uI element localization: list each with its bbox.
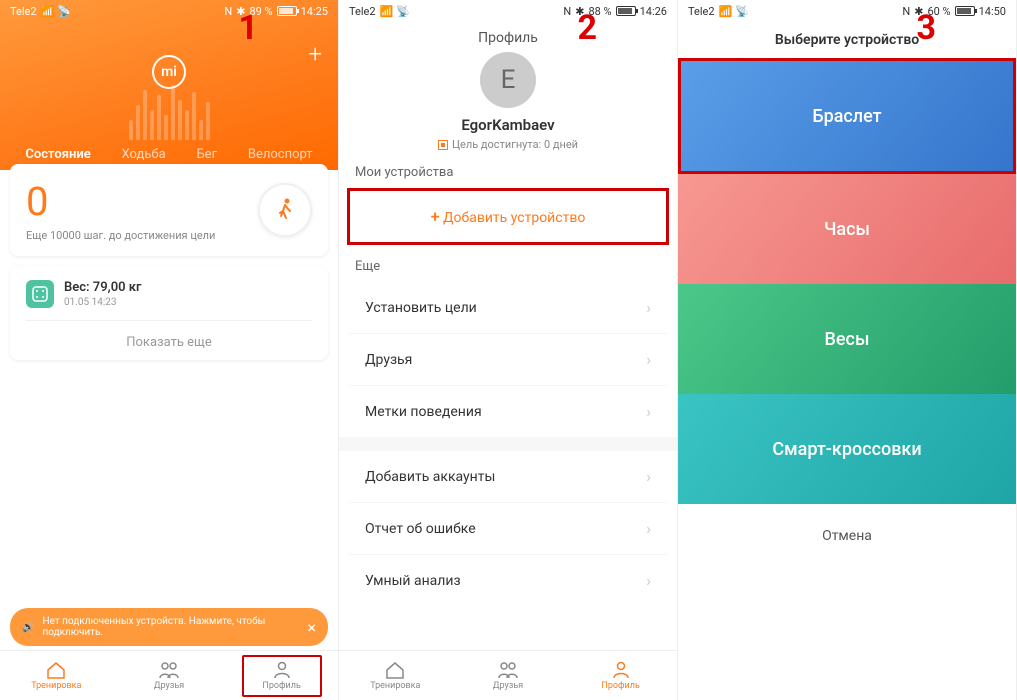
snackbar[interactable]: 🔊 Нет подключенных устройств. Нажмите, ч… bbox=[10, 608, 328, 646]
step-number-1: 1 bbox=[238, 8, 258, 48]
list-more: Установить цели› Друзья› Метки поведения… bbox=[349, 282, 667, 437]
weight-value: Вес: 79,00 кг bbox=[64, 280, 142, 295]
steps-count: 0 bbox=[26, 178, 215, 225]
chevron-right-icon: › bbox=[646, 402, 651, 421]
chevron-right-icon: › bbox=[646, 467, 651, 486]
steps-subtext: Еще 10000 шаг. до достижения цели bbox=[26, 229, 215, 242]
chevron-right-icon: › bbox=[646, 519, 651, 538]
scale-icon bbox=[26, 280, 54, 308]
bottom-nav: Тренировка Друзья Профиль bbox=[0, 650, 338, 700]
wifi-icon: 📡 bbox=[57, 5, 71, 18]
item-smart-analysis[interactable]: Умный анализ› bbox=[349, 555, 667, 606]
item-behavior[interactable]: Метки поведения› bbox=[349, 386, 667, 437]
tab-bike[interactable]: Велоспорт bbox=[248, 147, 313, 162]
carrier: Tele2 bbox=[688, 5, 715, 18]
steps-card[interactable]: 0 Еще 10000 шаг. до достижения цели bbox=[10, 164, 328, 256]
avatar[interactable]: E bbox=[480, 52, 536, 108]
bottom-nav: Тренировка Друзья Профиль bbox=[339, 650, 677, 700]
nav-training[interactable]: Тренировка bbox=[355, 657, 435, 695]
weight-date: 01.05 14:23 bbox=[64, 297, 142, 308]
nav-profile[interactable]: Профиль bbox=[242, 655, 322, 697]
section-my-devices: Мои устройства bbox=[339, 151, 677, 188]
top-tabs: Состояние Ходьба Бег Велоспорт bbox=[0, 147, 338, 162]
battery-icon bbox=[616, 6, 636, 16]
signal-icon: 📶 bbox=[41, 5, 54, 18]
tab-status[interactable]: Состояние bbox=[25, 147, 90, 162]
walk-icon bbox=[258, 183, 312, 237]
status-bar: Tele2 📶 📡 N ✱ 89 % 14:25 bbox=[0, 0, 338, 22]
item-set-goals[interactable]: Установить цели› bbox=[349, 282, 667, 334]
page-title: Профиль bbox=[339, 30, 677, 46]
carrier: Tele2 bbox=[349, 5, 376, 18]
device-watch[interactable]: Часы bbox=[678, 174, 1016, 284]
device-shoes[interactable]: Смарт-кроссовки bbox=[678, 394, 1016, 504]
chevron-right-icon: › bbox=[646, 298, 651, 317]
close-icon[interactable]: × bbox=[307, 618, 316, 637]
nfc-icon: N bbox=[563, 5, 571, 18]
signal-icon: 📶 bbox=[380, 5, 393, 18]
username: EgorKambaev bbox=[339, 116, 677, 134]
device-scale[interactable]: Весы bbox=[678, 284, 1016, 394]
nav-profile[interactable]: Профиль bbox=[581, 657, 661, 695]
goal-streak: Цель достигнута: 0 дней bbox=[339, 138, 677, 151]
nfc-icon: N bbox=[902, 5, 910, 18]
device-bracelet[interactable]: Браслет bbox=[681, 61, 1013, 171]
item-friends[interactable]: Друзья› bbox=[349, 334, 667, 386]
status-bar: Tele2 📶 📡 N ✱ 60 % 14:50 bbox=[678, 0, 1016, 22]
tab-walk[interactable]: Ходьба bbox=[122, 147, 166, 162]
activity-bars bbox=[0, 80, 338, 140]
nfc-icon: N bbox=[224, 5, 232, 18]
step-number-2: 2 bbox=[577, 8, 597, 48]
item-bug-report[interactable]: Отчет об ошибке› bbox=[349, 503, 667, 555]
wifi-icon: 📡 bbox=[735, 5, 749, 18]
weight-card[interactable]: Вес: 79,00 кг 01.05 14:23 Показать еще bbox=[10, 266, 328, 360]
step-number-3: 3 bbox=[916, 8, 936, 48]
nav-training[interactable]: Тренировка bbox=[16, 657, 96, 695]
mi-logo: mi bbox=[152, 55, 186, 89]
nav-friends[interactable]: Друзья bbox=[129, 657, 209, 695]
add-device-button[interactable]: + Добавить устройство bbox=[360, 191, 656, 242]
nav-friends[interactable]: Друзья bbox=[468, 657, 548, 695]
page-title: Выберите устройство bbox=[678, 22, 1016, 58]
carrier: Tele2 bbox=[10, 5, 37, 18]
chevron-right-icon: › bbox=[646, 571, 651, 590]
section-more: Еще bbox=[339, 245, 677, 282]
clock: 14:50 bbox=[979, 5, 1006, 18]
status-bar: Tele2 📶 📡 N ✱ 88 % 14:26 bbox=[339, 0, 677, 22]
battery-icon bbox=[277, 6, 297, 16]
speaker-icon: 🔊 bbox=[22, 622, 34, 633]
list-accounts: Добавить аккаунты› Отчет об ошибке› Умны… bbox=[349, 451, 667, 606]
signal-icon: 📶 bbox=[719, 5, 732, 18]
show-more-button[interactable]: Показать еще bbox=[26, 320, 312, 350]
target-icon bbox=[438, 140, 448, 150]
battery-icon bbox=[955, 6, 975, 16]
wifi-icon: 📡 bbox=[396, 5, 410, 18]
chevron-right-icon: › bbox=[646, 350, 651, 369]
item-add-accounts[interactable]: Добавить аккаунты› bbox=[349, 451, 667, 503]
clock: 14:25 bbox=[301, 5, 328, 18]
tab-run[interactable]: Бег bbox=[196, 147, 217, 162]
snackbar-text: Нет подключенных устройств. Нажмите, что… bbox=[42, 616, 299, 638]
clock: 14:26 bbox=[640, 5, 667, 18]
add-button[interactable]: + bbox=[308, 40, 322, 68]
cancel-button[interactable]: Отмена bbox=[678, 504, 1016, 568]
